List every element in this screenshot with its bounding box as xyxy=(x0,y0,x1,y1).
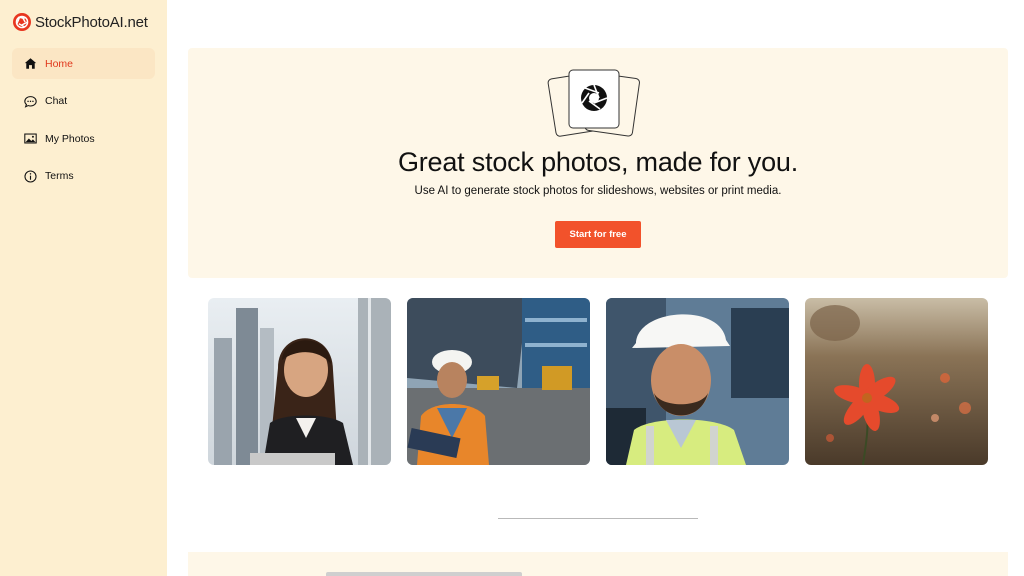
gallery-photo-shipyard-worker[interactable] xyxy=(407,298,590,465)
sidebar-item-home[interactable]: Home xyxy=(12,48,155,79)
image-icon xyxy=(24,133,37,144)
sample-photo-gallery xyxy=(208,298,988,465)
gallery-photo-woman[interactable] xyxy=(208,298,391,465)
sidebar-item-label: Home xyxy=(45,57,74,70)
aperture-icon xyxy=(13,13,31,31)
sidebar-item-my-photos[interactable]: My Photos xyxy=(12,123,155,154)
next-section xyxy=(188,552,1008,576)
home-icon xyxy=(24,58,37,69)
gallery-photo-engineer[interactable] xyxy=(606,298,789,465)
hero-subtitle: Use AI to generate stock photos for slid… xyxy=(414,185,782,197)
sidebar-item-label: My Photos xyxy=(45,132,95,145)
sidebar-nav: Home Chat My Photos Terms xyxy=(12,48,155,198)
chat-bubble-icon xyxy=(24,95,37,108)
sidebar-item-label: Chat xyxy=(45,95,68,107)
hero-section: Great stock photos, made for you. Use AI… xyxy=(188,48,1008,278)
hero-title: Great stock photos, made for you. xyxy=(397,147,799,177)
gallery-photo-red-flower[interactable] xyxy=(805,298,988,465)
sidebar-item-chat[interactable]: Chat xyxy=(12,86,155,117)
aperture-icon xyxy=(581,84,608,111)
photo-cards-illustration xyxy=(547,69,640,137)
brand-link[interactable]: StockPhotoAI.net xyxy=(13,11,148,33)
next-section-preview xyxy=(326,572,522,576)
brand-name: StockPhotoAI.net xyxy=(35,13,148,31)
info-icon xyxy=(24,169,37,183)
sidebar-item-terms[interactable]: Terms xyxy=(12,161,155,192)
sidebar-item-label: Terms xyxy=(45,170,74,182)
section-divider xyxy=(498,518,698,519)
start-for-free-button[interactable]: Start for free xyxy=(555,221,641,248)
sidebar: StockPhotoAI.net Home Chat My Photos Ter… xyxy=(0,0,167,576)
